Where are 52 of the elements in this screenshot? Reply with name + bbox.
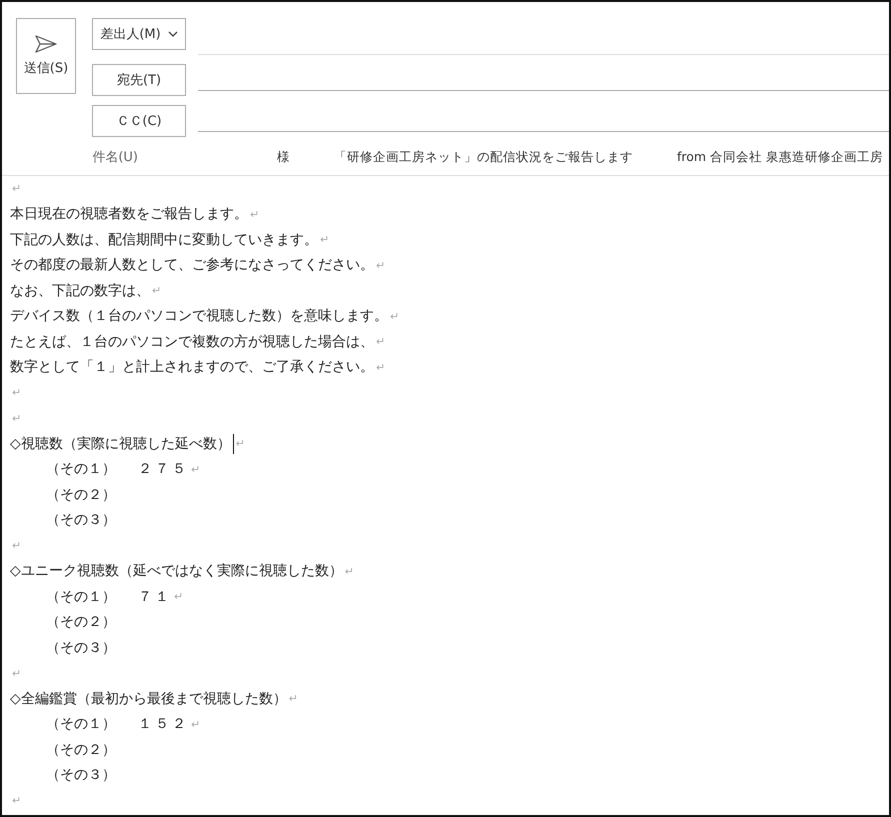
body-text: 下記の人数は、配信期間中に変動していきます。 <box>10 230 318 249</box>
paragraph-mark: ↵ <box>191 462 200 476</box>
address-button[interactable]: 宛先(T) <box>92 64 186 96</box>
address-button[interactable]: ＣＣ(C) <box>92 105 186 137</box>
item-label: （その３） <box>46 766 116 784</box>
paragraph-mark: ↵ <box>236 437 245 450</box>
item-label: （その２） <box>46 740 116 759</box>
paragraph-mark: ↵ <box>191 718 200 731</box>
paragraph-mark: ↵ <box>288 692 298 706</box>
item-label: （その１） <box>46 460 116 478</box>
paragraph-mark: ↵ <box>174 590 184 604</box>
paragraph-mark: ↵ <box>376 258 386 272</box>
caret-icon <box>168 31 178 37</box>
body-text: デバイス数（１台のパソコンで視聴した数）を意味します。 <box>10 307 388 326</box>
subject-text: 様 <box>277 148 290 166</box>
paragraph-mark: ↵ <box>250 208 260 221</box>
send-button[interactable]: 送信(S) <box>16 18 76 94</box>
item-label: （その３） <box>46 638 116 657</box>
item-label: （その２） <box>46 613 116 632</box>
paragraph-mark: ↵ <box>12 182 22 196</box>
subject-text: 「研修企画工房ネット」の配信状況をご報告します <box>334 148 633 166</box>
body-text: ◇視聴数（実際に視聴した延べ数） <box>10 434 231 453</box>
send-icon <box>35 35 57 53</box>
paragraph-mark: ↵ <box>320 233 330 246</box>
body-text: 数字として「１」と計上されますので、ご了承ください。 <box>10 358 374 376</box>
body-text: ◇全編鑑賞（最初から最後まで視聴した数） <box>10 690 287 708</box>
paragraph-mark: ↵ <box>12 666 22 680</box>
paragraph-mark: ↵ <box>12 539 22 552</box>
body-text: なお、下記の数字は、 <box>10 282 150 300</box>
paragraph-mark: ↵ <box>12 794 22 808</box>
paragraph-mark: ↵ <box>152 284 162 298</box>
body-text: その都度の最新人数として、ご参考になさってください。 <box>10 256 374 274</box>
item-label: （その３） <box>46 511 116 530</box>
body-text: 本日現在の視聴者数をご報告します。 <box>10 205 248 224</box>
paragraph-mark: ↵ <box>390 310 400 323</box>
body-text: ◇ユニーク視聴数（延べではなく実際に視聴した数） <box>10 562 343 580</box>
item-value: ２７５ <box>138 460 189 478</box>
item-label: （その１） <box>46 588 116 606</box>
sender-dropdown[interactable]: 差出人(M) <box>92 18 186 50</box>
body-text: たとえば、１台のパソコンで複数の方が視聴した場合は、 <box>10 332 374 351</box>
item-label: （その１） <box>46 715 116 734</box>
item-label: （その２） <box>46 486 116 504</box>
paragraph-mark: ↵ <box>12 386 22 400</box>
subject-text: from 合同会社 泉惠造研修企画工房 <box>677 148 884 166</box>
paragraph-mark: ↵ <box>376 335 386 348</box>
subject-field[interactable]: 様 「研修企画工房ネット」の配信状況をご報告します from 合同会社 泉惠造研修企画工房 <box>162 139 889 175</box>
subject-label: 件名(U) <box>91 149 139 166</box>
paragraph-mark: ↵ <box>12 412 22 425</box>
paragraph-mark: ↵ <box>344 564 354 578</box>
item-value: １５２ <box>138 715 189 734</box>
paragraph-mark: ↵ <box>376 360 386 374</box>
item-value: ７１ <box>138 588 172 606</box>
